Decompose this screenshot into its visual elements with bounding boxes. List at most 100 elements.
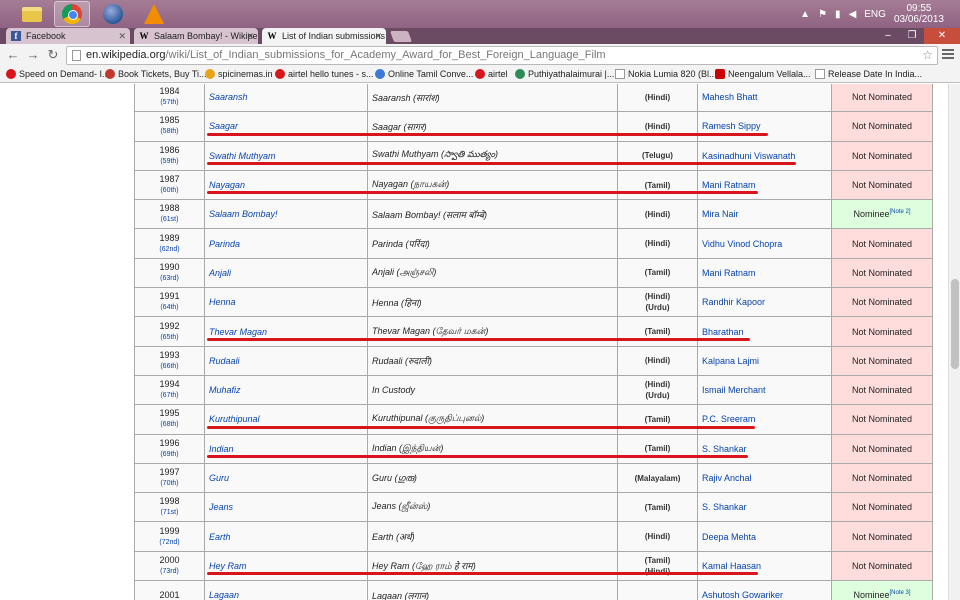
ceremony-link[interactable]: (70th) (139, 478, 200, 489)
ceremony-link[interactable]: (66th) (139, 361, 200, 372)
forward-icon[interactable]: → (24, 46, 42, 64)
film-title-link[interactable]: Muhafiz (204, 374, 368, 406)
film-title-link[interactable]: Nayagan (204, 169, 368, 201)
close-tab-icon[interactable]: ✕ (118, 28, 126, 44)
film-title-link[interactable]: Lagaan (204, 580, 368, 600)
language[interactable]: (Hindi) (622, 291, 693, 302)
director-link[interactable]: Mahesh Bhatt (697, 84, 832, 113)
language[interactable]: (Tamil) (622, 267, 693, 278)
file-explorer-button[interactable] (14, 1, 50, 27)
ceremony-link[interactable]: (69th) (139, 449, 200, 460)
close-window-icon[interactable]: ✕ (924, 28, 960, 44)
film-title-link[interactable]: Swathi Muthyam (204, 140, 368, 171)
film-title-link[interactable]: Henna (204, 287, 368, 318)
bookmark-item[interactable]: airtel hello tunes - s... (275, 67, 374, 81)
language[interactable]: (Hindi) (622, 531, 693, 542)
ceremony-link[interactable]: (59th) (139, 156, 200, 167)
language[interactable]: (Malayalam) (622, 473, 693, 484)
ceremony-link[interactable]: (60th) (139, 185, 200, 196)
bookmark-item[interactable]: Speed on Demand- I... (6, 67, 110, 81)
director-link[interactable]: Ismail Merchant (697, 374, 832, 406)
ceremony-link[interactable]: (71st) (139, 507, 200, 518)
film-title-link[interactable]: Guru (204, 462, 368, 494)
language[interactable]: (Tamil) (622, 326, 693, 337)
film-title-link[interactable]: Anjali (204, 257, 368, 289)
ceremony-link[interactable]: (68th) (139, 419, 200, 430)
language[interactable]: (Tamil) (622, 555, 693, 566)
bookmark-item[interactable]: airtel (475, 67, 508, 81)
director-link[interactable]: Kasinadhuni Viswanath (697, 140, 832, 171)
language[interactable]: (Hindi) (622, 121, 693, 132)
close-tab-icon[interactable]: ✕ (246, 28, 254, 44)
globe-taskbar-button[interactable] (95, 1, 131, 27)
ceremony-link[interactable]: (61st) (139, 214, 200, 225)
chrome-taskbar-button[interactable] (54, 1, 90, 27)
ceremony-link[interactable]: (58th) (139, 126, 200, 137)
director-link[interactable]: Bharathan (697, 316, 832, 347)
director-link[interactable]: Deepa Mehta (697, 521, 832, 552)
maximize-icon[interactable]: ❐ (900, 28, 924, 44)
director-link[interactable]: Kalpana Lajmi (697, 345, 832, 376)
language[interactable]: (Hindi) (622, 209, 693, 220)
language[interactable]: (Tamil) (622, 414, 693, 425)
language[interactable]: (Hindi) (622, 92, 693, 103)
director-link[interactable]: Randhir Kapoor (697, 287, 832, 318)
vertical-scrollbar[interactable] (948, 84, 960, 600)
ceremony-link[interactable]: (72nd) (139, 537, 200, 548)
film-title-link[interactable]: Earth (204, 521, 368, 552)
language[interactable]: (Tamil) (622, 443, 693, 454)
tray-arrow-icon[interactable]: ▲ (800, 9, 810, 20)
tab-salaam-bombay[interactable]: W Salaam Bombay! - Wikipe ✕ (134, 28, 258, 44)
film-title-link[interactable]: Indian (204, 433, 368, 464)
note-link[interactable]: [Note 3] (890, 590, 911, 596)
vlc-taskbar-button[interactable] (136, 1, 172, 27)
language[interactable]: (Tamil) (622, 180, 693, 191)
director-link[interactable]: P.C. Sreeram (697, 404, 832, 435)
bookmark-item[interactable]: spicinemas.in (205, 67, 273, 81)
ceremony-link[interactable]: (73rd) (139, 566, 200, 577)
ceremony-link[interactable]: (64th) (139, 302, 200, 313)
ceremony-link[interactable]: (62nd) (139, 244, 200, 255)
bookmark-item[interactable]: Neengalum Vellala... (715, 67, 811, 81)
bookmark-item[interactable]: Nokia Lumia 820 (Bl... (615, 67, 717, 81)
film-title-link[interactable]: Jeans (204, 492, 368, 523)
film-title-link[interactable]: Thevar Magan (204, 316, 368, 347)
film-title-link[interactable]: Saagar (204, 111, 368, 142)
scrollbar-thumb[interactable] (951, 279, 959, 369)
back-icon[interactable]: ← (4, 46, 22, 64)
language[interactable]: (Urdu) (622, 390, 693, 401)
tab-facebook[interactable]: f Facebook ✕ (6, 28, 130, 44)
director-link[interactable]: Mani Ratnam (697, 169, 832, 201)
film-title-link[interactable]: Kuruthipunal (204, 404, 368, 435)
address-bar[interactable]: en.wikipedia.org/wiki/List_of_Indian_sub… (66, 46, 938, 65)
language[interactable]: (Urdu) (622, 302, 693, 313)
network-icon[interactable]: ▮ (835, 9, 841, 20)
tab-list-of-indian-submissions[interactable]: W List of Indian submissions ✕ (262, 28, 386, 44)
url-text[interactable]: en.wikipedia.org/wiki/List_of_Indian_sub… (86, 49, 606, 61)
director-link[interactable]: Ramesh Sippy (697, 111, 832, 142)
director-link[interactable]: S. Shankar (697, 492, 832, 523)
language[interactable]: (Hindi) (622, 355, 693, 366)
language-indicator[interactable]: ENG (864, 9, 886, 20)
bookmark-star-icon[interactable]: ☆ (922, 48, 933, 62)
film-title-link[interactable]: Saaransh (204, 84, 368, 113)
bookmark-item[interactable]: Book Tickets, Buy Ti... (105, 67, 207, 81)
flag-icon[interactable]: ⚑ (818, 9, 827, 20)
ceremony-link[interactable]: (57th) (139, 97, 200, 108)
bookmark-item[interactable]: Online Tamil Conve... (375, 67, 473, 81)
director-link[interactable]: Mira Nair (697, 199, 832, 230)
director-link[interactable]: Vidhu Vinod Chopra (697, 228, 832, 259)
language[interactable]: (Hindi) (622, 379, 693, 390)
director-link[interactable]: Ashutosh Gowariker (697, 580, 832, 600)
ceremony-link[interactable]: (67th) (139, 390, 200, 401)
film-title-link[interactable]: Parinda (204, 228, 368, 259)
director-link[interactable]: S. Shankar (697, 433, 832, 464)
minimize-icon[interactable]: – (876, 28, 900, 44)
film-title-link[interactable]: Hey Ram (204, 550, 368, 582)
new-tab-button[interactable] (389, 31, 413, 42)
director-link[interactable]: Rajiv Anchal (697, 462, 832, 494)
close-tab-icon[interactable]: ✕ (374, 28, 382, 44)
reload-icon[interactable]: ↻ (44, 46, 62, 64)
language[interactable]: (Hindi) (622, 238, 693, 249)
bookmark-item[interactable]: Puthiyathalaimurai |... (515, 67, 614, 81)
